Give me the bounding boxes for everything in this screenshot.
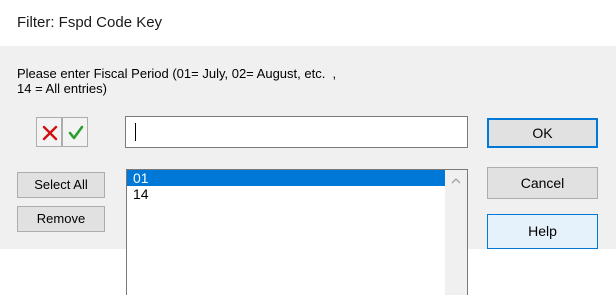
dialog-title: Filter: Fspd Code Key bbox=[17, 14, 163, 31]
chevron-up-icon bbox=[451, 178, 461, 184]
help-button[interactable]: Help bbox=[487, 214, 598, 249]
scroll-up-button[interactable] bbox=[445, 170, 467, 192]
remove-button[interactable]: Remove bbox=[17, 206, 105, 232]
list-item[interactable]: 14 bbox=[127, 186, 445, 202]
listbox-scrollbar[interactable] bbox=[445, 170, 467, 295]
accept-entry-button[interactable] bbox=[62, 117, 88, 147]
check-icon bbox=[68, 125, 84, 140]
dialog-body: Please enter Fiscal Period (01= July, 02… bbox=[0, 46, 616, 295]
entries-listbox[interactable]: 01 14 bbox=[126, 169, 468, 295]
text-caret bbox=[135, 123, 136, 141]
ok-button[interactable]: OK bbox=[487, 118, 598, 148]
x-icon bbox=[42, 125, 58, 141]
cancel-button[interactable]: Cancel bbox=[487, 167, 598, 199]
prompt-text: Please enter Fiscal Period (01= July, 02… bbox=[17, 66, 337, 96]
list-item[interactable]: 01 bbox=[127, 170, 445, 186]
select-all-button[interactable]: Select All bbox=[17, 172, 105, 198]
cancel-entry-button[interactable] bbox=[36, 117, 62, 147]
fiscal-period-input[interactable] bbox=[125, 116, 468, 148]
dialog-title-bar: Filter: Fspd Code Key bbox=[0, 0, 616, 46]
